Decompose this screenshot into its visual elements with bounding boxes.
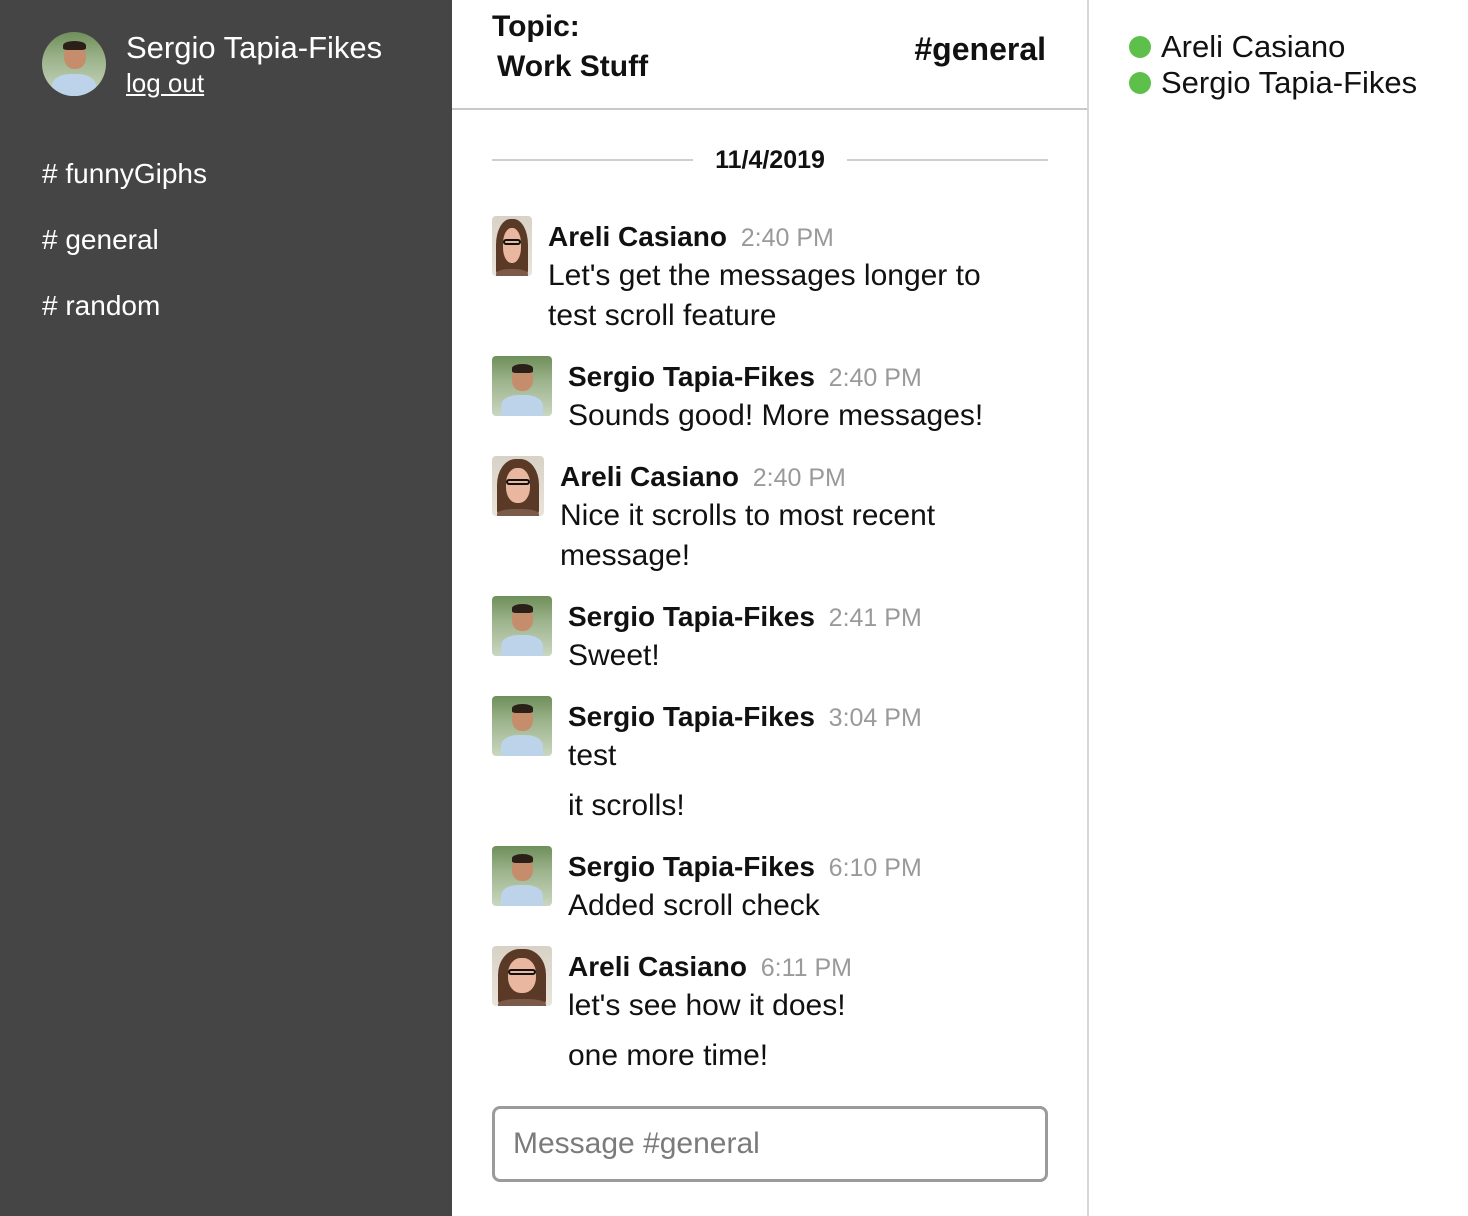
user-profile: Sergio Tapia-Fikes log out (42, 30, 383, 99)
message-timestamp: 2:40 PM (828, 364, 922, 392)
message-timestamp: 6:11 PM (760, 954, 852, 982)
channel-list: # funnyGiphs # general # random (42, 152, 207, 350)
message-text: test (568, 739, 617, 772)
message-timestamp: 2:41 PM (828, 604, 922, 632)
message-text: one more time! (568, 1039, 769, 1072)
message-item: Sergio Tapia-Fikes 2:40 PM Sounds good! … (492, 356, 983, 436)
user-avatar (42, 32, 106, 96)
areli-avatar[interactable] (492, 456, 544, 516)
message-author[interactable]: Sergio Tapia-Fikes (568, 851, 815, 882)
message-item: Sergio Tapia-Fikes 6:10 PM Added scroll … (492, 846, 922, 926)
date-label: 11/4/2019 (715, 145, 825, 174)
sergio-avatar[interactable] (492, 356, 552, 416)
message-text: let's see how it does! (568, 989, 846, 1022)
user-name: Sergio Tapia-Fikes (126, 30, 383, 65)
channel-item-general[interactable]: # general (42, 218, 207, 284)
message-text: Added scroll check (568, 889, 820, 922)
message-timestamp: 6:10 PM (828, 854, 922, 882)
channel-title: #general (914, 31, 1046, 67)
message-input[interactable] (495, 1109, 1045, 1179)
message-item: Areli Casiano 2:40 PM Let's get the mess… (492, 216, 1028, 336)
member-name: Sergio Tapia-Fikes (1161, 65, 1418, 100)
date-divider: 11/4/2019 (492, 142, 1048, 178)
members-panel: Areli Casiano Sergio Tapia-Fikes (1089, 0, 1468, 1216)
chat-header: Topic: Work Stuff #general (452, 0, 1087, 110)
topic-label: Topic: (492, 10, 580, 43)
member-name: Areli Casiano (1161, 29, 1346, 64)
message-text: Sounds good! More messages! (568, 399, 984, 432)
member-item[interactable]: Sergio Tapia-Fikes (1129, 65, 1417, 101)
message-timestamp: 2:40 PM (752, 464, 846, 492)
topic-value: Work Stuff (497, 50, 649, 83)
message-author[interactable]: Sergio Tapia-Fikes (568, 361, 815, 392)
channel-item-funnygiphs[interactable]: # funnyGiphs (42, 152, 207, 218)
member-item[interactable]: Areli Casiano (1129, 29, 1345, 65)
message-item: Sergio Tapia-Fikes 2:41 PM Sweet! (492, 596, 922, 676)
message-text: Sweet! (568, 639, 660, 672)
message-author[interactable]: Areli Casiano (560, 461, 739, 492)
online-status-icon (1129, 72, 1151, 94)
sergio-avatar[interactable] (492, 846, 552, 906)
divider-line (846, 159, 1048, 161)
message-author[interactable]: Sergio Tapia-Fikes (568, 701, 815, 732)
message-text: Let's get the messages longer to test sc… (548, 259, 981, 332)
divider-line (492, 159, 694, 161)
chat-panel: Topic: Work Stuff #general 11/4/2019 Are… (452, 0, 1089, 1216)
message-item: Areli Casiano 2:40 PM Nice it scrolls to… (492, 456, 990, 576)
message-item: Sergio Tapia-Fikes 3:04 PM test it scrol… (492, 696, 922, 826)
sergio-avatar[interactable] (492, 596, 552, 656)
message-text: Nice it scrolls to most recent message! (560, 499, 936, 572)
channel-item-random[interactable]: # random (42, 284, 207, 350)
online-status-icon (1129, 36, 1151, 58)
areli-avatar[interactable] (492, 216, 532, 276)
sidebar: Sergio Tapia-Fikes log out # funnyGiphs … (0, 0, 452, 1216)
message-text: it scrolls! (568, 789, 685, 822)
message-list[interactable]: 11/4/2019 Areli Casiano 2:40 PM Let's ge… (492, 0, 1052, 1100)
message-timestamp: 3:04 PM (828, 704, 922, 732)
app-window: Sergio Tapia-Fikes log out # funnyGiphs … (0, 0, 1468, 1216)
message-author[interactable]: Sergio Tapia-Fikes (568, 601, 815, 632)
message-timestamp: 2:40 PM (740, 224, 834, 252)
sergio-avatar[interactable] (492, 696, 552, 756)
message-composer (492, 1106, 1048, 1182)
areli-avatar[interactable] (492, 946, 552, 1006)
message-author[interactable]: Areli Casiano (568, 951, 747, 982)
logout-link[interactable]: log out (126, 67, 204, 99)
message-item: Areli Casiano 6:11 PM let's see how it d… (492, 946, 852, 1076)
message-author[interactable]: Areli Casiano (548, 221, 727, 252)
